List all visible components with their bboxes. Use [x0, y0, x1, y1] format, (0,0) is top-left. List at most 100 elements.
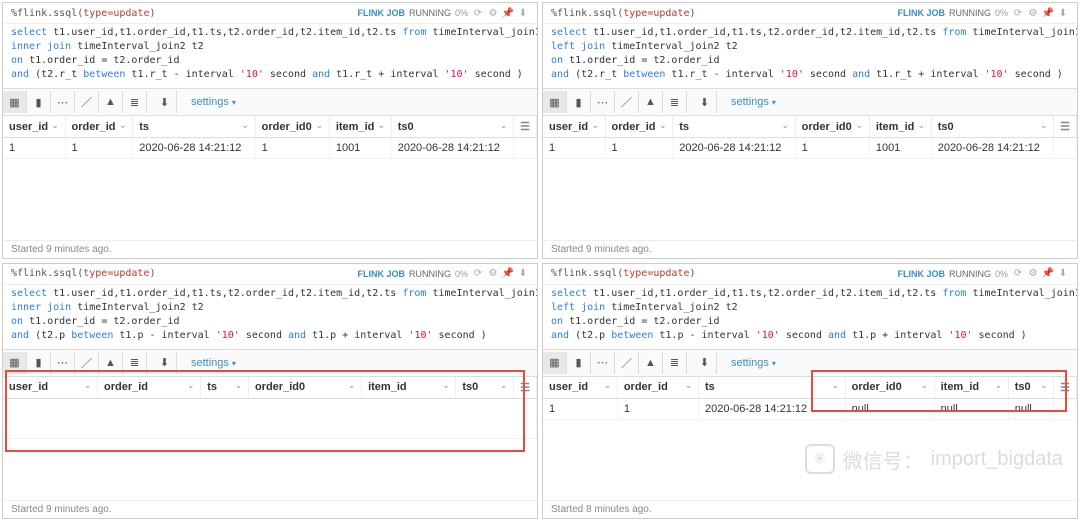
column-menu-icon[interactable]: ☰: [1054, 377, 1077, 399]
toolbar-stack-button[interactable]: ≣: [123, 91, 147, 113]
column-header[interactable]: ts⌄: [133, 116, 255, 138]
sort-icon[interactable]: ⌄: [832, 381, 839, 390]
column-header[interactable]: item_id⌄: [329, 116, 391, 138]
sort-icon[interactable]: ⌄: [1040, 381, 1047, 390]
column-menu-icon[interactable]: ☰: [514, 377, 537, 399]
toolbar-dot-button[interactable]: ⋯: [591, 91, 615, 113]
toolbar-download-button[interactable]: ⬇: [153, 352, 177, 374]
refresh-icon[interactable]: ⟳: [1012, 7, 1024, 19]
sort-icon[interactable]: ⌄: [120, 121, 127, 130]
column-header[interactable]: order_id⌄: [605, 116, 673, 138]
toolbar-grid-button[interactable]: ▦: [543, 91, 567, 113]
toolbar-grid-button[interactable]: ▦: [3, 91, 27, 113]
column-header[interactable]: order_id⌄: [65, 116, 133, 138]
sort-icon[interactable]: ⌄: [918, 121, 925, 130]
pin-icon[interactable]: 📌: [1042, 268, 1054, 280]
toolbar-area-button[interactable]: ▲: [99, 352, 123, 374]
sort-icon[interactable]: ⌄: [604, 381, 611, 390]
column-header[interactable]: item_id⌄: [934, 377, 1008, 399]
download-icon[interactable]: ⬇: [517, 268, 529, 280]
gear-icon[interactable]: ⚙: [487, 268, 499, 280]
sort-icon[interactable]: ⌄: [856, 121, 863, 130]
sort-icon[interactable]: ⌄: [1040, 121, 1047, 130]
toolbar-stack-button[interactable]: ≣: [663, 91, 687, 113]
settings-dropdown[interactable]: settings: [183, 96, 244, 108]
toolbar-download-button[interactable]: ⬇: [693, 352, 717, 374]
sort-icon[interactable]: ⌄: [378, 121, 385, 130]
column-header[interactable]: order_id⌄: [98, 377, 201, 399]
sort-icon[interactable]: ⌄: [995, 381, 1002, 390]
toolbar-area-button[interactable]: ▲: [639, 352, 663, 374]
toolbar-line-button[interactable]: ／: [75, 352, 99, 374]
toolbar-line-button[interactable]: ／: [75, 91, 99, 113]
column-header[interactable]: ts0⌄: [931, 116, 1053, 138]
sort-icon[interactable]: ⌄: [660, 121, 667, 130]
toolbar-bar-button[interactable]: ▮: [27, 352, 51, 374]
column-header[interactable]: item_id⌄: [869, 116, 931, 138]
column-header[interactable]: order_id⌄: [617, 377, 698, 399]
column-header[interactable]: ts⌄: [698, 377, 845, 399]
download-icon[interactable]: ⬇: [517, 7, 529, 19]
toolbar-grid-button[interactable]: ▦: [3, 352, 27, 374]
sort-icon[interactable]: ⌄: [443, 381, 450, 390]
row-menu[interactable]: [1054, 398, 1077, 419]
column-header[interactable]: order_id0⌄: [795, 116, 869, 138]
download-icon[interactable]: ⬇: [1057, 7, 1069, 19]
pin-icon[interactable]: 📌: [502, 268, 514, 280]
toolbar-bar-button[interactable]: ▮: [567, 352, 591, 374]
refresh-icon[interactable]: ⟳: [1012, 268, 1024, 280]
toolbar-dot-button[interactable]: ⋯: [51, 91, 75, 113]
sort-icon[interactable]: ⌄: [921, 381, 928, 390]
sort-icon[interactable]: ⌄: [500, 121, 507, 130]
toolbar-download-button[interactable]: ⬇: [693, 91, 717, 113]
refresh-icon[interactable]: ⟳: [472, 7, 484, 19]
column-header[interactable]: order_id0⌄: [248, 377, 361, 399]
sort-icon[interactable]: ⌄: [500, 381, 507, 390]
column-header[interactable]: order_id0⌄: [845, 377, 934, 399]
gear-icon[interactable]: ⚙: [1027, 268, 1039, 280]
column-header[interactable]: ts0⌄: [456, 377, 514, 399]
column-header[interactable]: user_id⌄: [3, 377, 98, 399]
column-header[interactable]: ts⌄: [201, 377, 249, 399]
toolbar-stack-button[interactable]: ≣: [663, 352, 687, 374]
toolbar-bar-button[interactable]: ▮: [567, 91, 591, 113]
refresh-icon[interactable]: ⟳: [472, 268, 484, 280]
toolbar-download-button[interactable]: ⬇: [153, 91, 177, 113]
settings-dropdown[interactable]: settings: [183, 357, 244, 369]
column-header[interactable]: item_id⌄: [362, 377, 456, 399]
toolbar-line-button[interactable]: ／: [615, 352, 639, 374]
gear-icon[interactable]: ⚙: [487, 7, 499, 19]
toolbar-area-button[interactable]: ▲: [639, 91, 663, 113]
sort-icon[interactable]: ⌄: [84, 381, 91, 390]
column-header[interactable]: order_id0⌄: [255, 116, 329, 138]
sort-icon[interactable]: ⌄: [52, 121, 59, 130]
toolbar-dot-button[interactable]: ⋯: [591, 352, 615, 374]
sort-icon[interactable]: ⌄: [316, 121, 323, 130]
sort-icon[interactable]: ⌄: [592, 121, 599, 130]
sort-icon[interactable]: ⌄: [188, 381, 195, 390]
sort-icon[interactable]: ⌄: [242, 121, 249, 130]
column-header[interactable]: user_id⌄: [543, 377, 617, 399]
toolbar-line-button[interactable]: ／: [615, 91, 639, 113]
toolbar-grid-button[interactable]: ▦: [543, 352, 567, 374]
column-header[interactable]: user_id⌄: [543, 116, 605, 138]
sort-icon[interactable]: ⌄: [685, 381, 692, 390]
toolbar-bar-button[interactable]: ▮: [27, 91, 51, 113]
settings-dropdown[interactable]: settings: [723, 357, 784, 369]
row-menu[interactable]: [1054, 138, 1077, 159]
toolbar-area-button[interactable]: ▲: [99, 91, 123, 113]
column-menu-icon[interactable]: ☰: [1054, 116, 1077, 138]
toolbar-stack-button[interactable]: ≣: [123, 352, 147, 374]
column-header[interactable]: user_id⌄: [3, 116, 65, 138]
toolbar-dot-button[interactable]: ⋯: [51, 352, 75, 374]
sort-icon[interactable]: ⌄: [348, 381, 355, 390]
sort-icon[interactable]: ⌄: [782, 121, 789, 130]
download-icon[interactable]: ⬇: [1057, 268, 1069, 280]
pin-icon[interactable]: 📌: [502, 7, 514, 19]
gear-icon[interactable]: ⚙: [1027, 7, 1039, 19]
column-header[interactable]: ts0⌄: [1008, 377, 1053, 399]
column-menu-icon[interactable]: ☰: [514, 116, 537, 138]
column-header[interactable]: ts⌄: [673, 116, 795, 138]
settings-dropdown[interactable]: settings: [723, 96, 784, 108]
pin-icon[interactable]: 📌: [1042, 7, 1054, 19]
